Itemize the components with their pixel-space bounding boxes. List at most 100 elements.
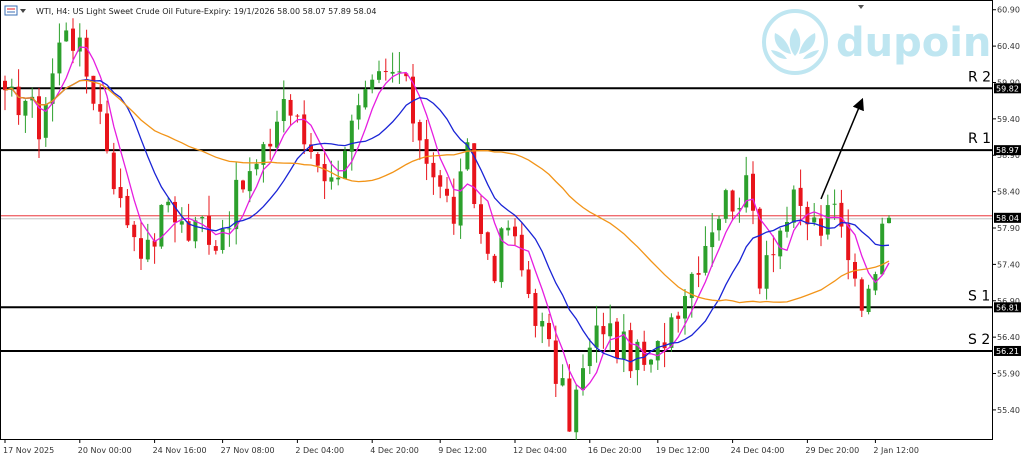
candle-bull — [64, 30, 69, 42]
candle-bear — [383, 71, 388, 73]
x-tick-label: 17 Nov 2025 — [3, 446, 54, 455]
candle-bull — [23, 100, 28, 116]
candle-bear — [438, 175, 443, 187]
y-tick-label: 57.90 — [997, 224, 1020, 233]
candle-bear — [859, 279, 864, 311]
candle-bear — [798, 187, 803, 206]
candle-bull — [778, 230, 783, 257]
x-tick-label: 12 Dec 04:00 — [513, 446, 567, 455]
x-tick-label: 24 Nov 16:00 — [153, 446, 207, 455]
chart-title: WTI, H4: US Light Sweet Crude Oil Future… — [36, 7, 376, 16]
candle-bull — [866, 288, 871, 312]
candle-bear — [295, 115, 300, 117]
level-tag-label: 56.81 — [996, 303, 1019, 312]
x-tick-label: 4 Dec 20:00 — [370, 446, 419, 455]
candle-bull — [281, 99, 286, 122]
candle-bull — [377, 71, 381, 80]
level-name: R 1 — [968, 131, 991, 147]
candle-bull — [581, 368, 585, 391]
level-name: R 2 — [968, 69, 991, 85]
candle-bull — [594, 325, 599, 348]
candle-bull — [343, 150, 347, 180]
candle-bull — [145, 239, 150, 260]
candle-bull — [179, 221, 184, 225]
level-name: S 1 — [968, 288, 990, 304]
candle-bear — [771, 254, 776, 256]
candle-bull — [540, 321, 545, 327]
candle-bull — [703, 245, 708, 273]
candle-bull — [159, 204, 164, 247]
level-name: S 2 — [968, 332, 990, 348]
candle-bear — [111, 152, 116, 190]
candle-bear — [71, 28, 75, 51]
candle-bear — [288, 99, 293, 116]
candle-bear — [98, 104, 103, 112]
candle-bear — [472, 143, 477, 205]
candle-bear — [676, 315, 681, 319]
candle-bear — [846, 224, 851, 261]
y-tick-label: 56.40 — [997, 333, 1020, 342]
candle-bear — [533, 292, 538, 326]
level-tag-label: 59.82 — [996, 84, 1019, 93]
candle-bear — [268, 143, 273, 147]
candle-bull — [574, 389, 579, 433]
candle-bull — [349, 120, 354, 152]
candle-bear — [417, 122, 422, 141]
candle-bear — [696, 273, 701, 275]
x-tick-label: 2 Dec 04:00 — [295, 446, 344, 455]
candle-bull — [397, 71, 402, 73]
y-tick-label: 55.40 — [997, 406, 1020, 415]
candle-bull — [608, 323, 613, 337]
candle-bull — [587, 347, 592, 367]
candle-bull — [832, 203, 837, 205]
candle-bear — [513, 226, 517, 237]
candle-bear — [241, 180, 245, 190]
candle-bear — [601, 326, 606, 335]
candle-bear — [315, 154, 320, 166]
candle-bear — [213, 246, 218, 251]
candle-bear — [91, 75, 96, 104]
candle-bear — [485, 232, 490, 254]
x-tick-label: 16 Dec 20:00 — [588, 446, 642, 455]
price-chart[interactable]: dupoin WTI, H4: US Light Sweet Crude Oil… — [0, 0, 1022, 459]
candle-bear — [118, 187, 123, 199]
candle-bear — [615, 321, 619, 359]
candle-bull — [649, 359, 653, 365]
candle-bull — [655, 341, 660, 361]
price-tags: 59.82 58.97 56.81 56.21 58.04 — [994, 83, 1021, 356]
candle-bull — [227, 228, 232, 230]
candle-bear — [547, 322, 551, 340]
candle-bull — [370, 79, 375, 90]
x-tick-label: 9 Dec 12:00 — [438, 446, 487, 455]
candle-bear — [84, 37, 89, 77]
candle-bear — [526, 269, 531, 295]
candle-bull — [200, 216, 205, 219]
y-tick-label: 55.90 — [997, 370, 1020, 379]
y-tick-label: 60.40 — [997, 42, 1020, 51]
candle-bear — [105, 113, 109, 152]
candle-bull — [261, 144, 266, 165]
candle-bear — [424, 139, 429, 164]
candle-bull — [193, 220, 198, 242]
candle-bull — [880, 223, 885, 275]
candle-bull — [356, 105, 361, 120]
candle-bull — [723, 190, 728, 219]
candle-bear — [451, 196, 456, 224]
y-tick-label: 57.40 — [997, 260, 1020, 269]
candle-bull — [764, 255, 769, 289]
candle-bear — [431, 162, 436, 178]
candle-bear — [125, 195, 130, 226]
candle-bull — [254, 163, 259, 170]
candle-bull — [275, 121, 279, 148]
candle-bull — [710, 232, 715, 248]
candle-bull — [336, 177, 341, 180]
candle-bull — [363, 89, 368, 108]
x-tick-label: 29 Dec 20:00 — [805, 446, 859, 455]
candle-bull — [57, 42, 62, 74]
candle-bear — [567, 378, 572, 432]
candle-bear — [553, 340, 558, 384]
candle-bear — [492, 255, 497, 282]
candle-bull — [329, 177, 334, 182]
candle-bull — [390, 71, 395, 74]
candle-bull — [166, 201, 171, 206]
